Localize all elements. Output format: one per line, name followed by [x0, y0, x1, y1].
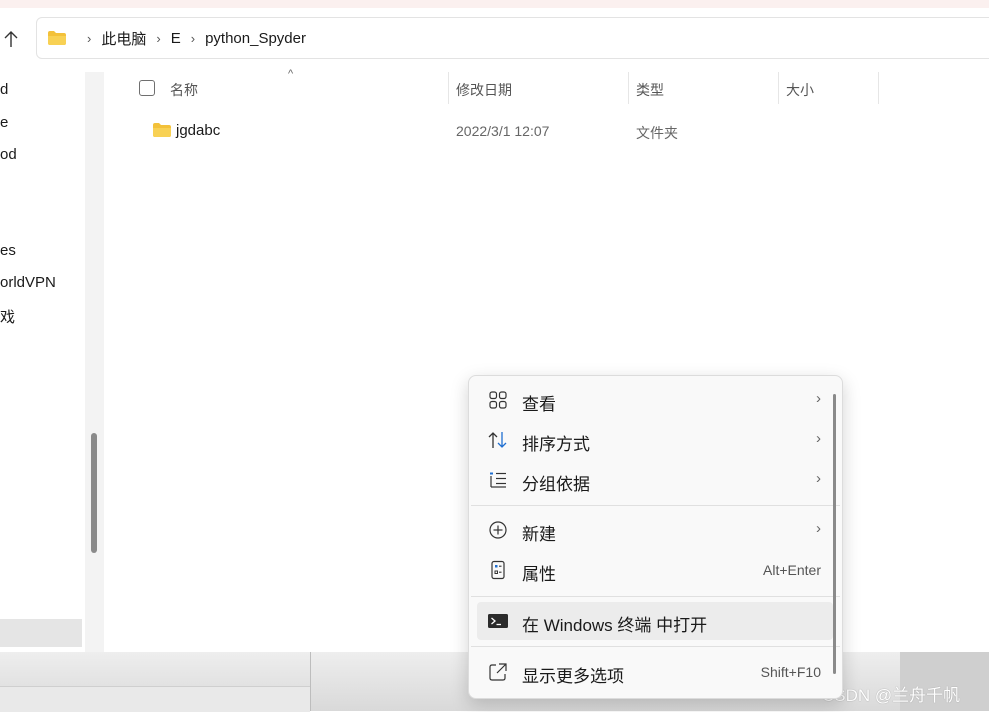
- file-modified: 2022/3/1 12:07: [456, 123, 550, 139]
- column-header-modified[interactable]: 修改日期: [456, 80, 512, 100]
- menu-separator: [471, 505, 840, 506]
- nav-item-selected[interactable]: [0, 619, 82, 647]
- breadcrumb-separator: ›: [156, 30, 161, 46]
- address-bar[interactable]: › 此电脑 › E › python_Spyder: [36, 17, 989, 59]
- properties-icon: [487, 560, 509, 580]
- bottom-divider: [310, 652, 311, 711]
- arrow-up-icon: [4, 31, 18, 47]
- folder-icon: [153, 123, 171, 137]
- folder-icon: [48, 31, 66, 45]
- menu-item-label: 排序方式: [522, 435, 590, 454]
- menu-item-label: 显示更多选项: [522, 667, 624, 686]
- up-button[interactable]: [0, 26, 22, 52]
- column-header-type[interactable]: 类型: [636, 80, 664, 100]
- column-header-size[interactable]: 大小: [786, 80, 814, 100]
- select-all-checkbox[interactable]: [139, 80, 155, 96]
- column-divider[interactable]: [778, 72, 779, 104]
- chevron-right-icon: ›: [816, 430, 821, 447]
- nav-scrollbar-track[interactable]: [85, 72, 104, 652]
- group-list-icon: [487, 470, 509, 490]
- nav-scrollbar-thumb[interactable]: [91, 433, 97, 553]
- column-divider[interactable]: [878, 72, 879, 104]
- external-open-icon: [487, 662, 509, 682]
- context-menu: 查看 › 排序方式 › 分组依据 › 新建 › 属性 Alt+Enter 在 W…: [468, 375, 843, 699]
- breadcrumb-separator: ›: [87, 30, 92, 46]
- navigation-pane: d e od es orldVPN 戏: [0, 72, 85, 652]
- menu-item-label: 分组依据: [522, 475, 590, 494]
- breadcrumb-python-spyder[interactable]: python_Spyder: [205, 30, 306, 47]
- menu-item-group-by[interactable]: 分组依据 ›: [477, 461, 833, 499]
- shortcut-label: Alt+Enter: [763, 562, 821, 578]
- title-strip: [0, 0, 989, 8]
- sort-icon: [487, 430, 509, 450]
- menu-item-new[interactable]: 新建 ›: [477, 511, 833, 549]
- column-header-name[interactable]: 名称: [170, 80, 198, 100]
- breadcrumb-separator: ›: [190, 30, 196, 46]
- menu-item-properties[interactable]: 属性 Alt+Enter: [477, 551, 833, 589]
- chevron-right-icon: ›: [816, 470, 821, 487]
- bottom-panel: [0, 686, 310, 712]
- terminal-icon: [487, 611, 509, 631]
- breadcrumb-drive-e[interactable]: E: [171, 30, 181, 47]
- column-divider[interactable]: [448, 72, 449, 104]
- file-name[interactable]: jgdabc: [176, 122, 220, 139]
- nav-item[interactable]: 戏: [0, 306, 15, 327]
- grid-icon: [487, 390, 509, 410]
- nav-item[interactable]: orldVPN: [0, 274, 56, 291]
- sort-ascending-icon: ^: [288, 68, 294, 80]
- menu-item-label: 属性: [522, 565, 556, 584]
- column-divider[interactable]: [628, 72, 629, 104]
- menu-item-show-more-options[interactable]: 显示更多选项 Shift+F10: [477, 653, 833, 691]
- menu-separator: [471, 596, 840, 597]
- plus-circle-icon: [487, 520, 509, 540]
- file-type: 文件夹: [636, 125, 678, 141]
- menu-item-view[interactable]: 查看 ›: [477, 381, 833, 419]
- menu-item-sort[interactable]: 排序方式 ›: [477, 421, 833, 459]
- chevron-right-icon: ›: [816, 390, 821, 407]
- nav-item[interactable]: od: [0, 146, 17, 163]
- menu-item-open-in-terminal[interactable]: 在 Windows 终端 中打开: [477, 602, 833, 640]
- menu-item-label: 新建: [522, 525, 556, 544]
- nav-item[interactable]: d: [0, 81, 8, 98]
- menu-scrollbar[interactable]: [833, 394, 836, 674]
- menu-separator: [471, 646, 840, 647]
- nav-item[interactable]: e: [0, 114, 8, 131]
- chevron-right-icon: ›: [816, 520, 821, 537]
- menu-item-label: 查看: [522, 395, 556, 414]
- nav-item[interactable]: es: [0, 242, 16, 259]
- shortcut-label: Shift+F10: [760, 664, 821, 680]
- menu-item-label: 在 Windows 终端 中打开: [522, 616, 708, 635]
- breadcrumb-this-pc[interactable]: 此电脑: [101, 28, 146, 49]
